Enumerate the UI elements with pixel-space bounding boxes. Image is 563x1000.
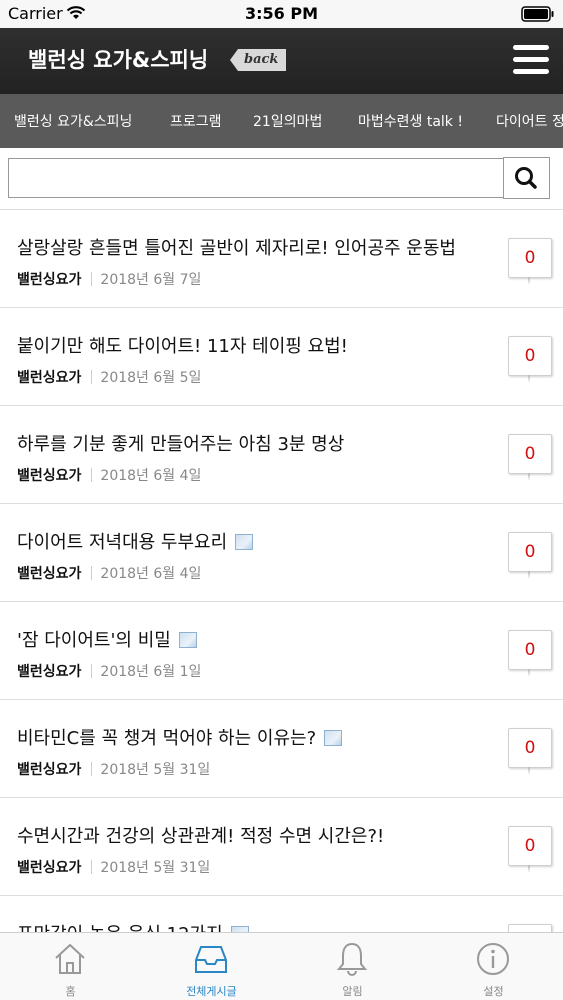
comment-count-badge[interactable]: 0 <box>508 532 552 579</box>
meta-divider <box>91 860 93 874</box>
tab-notifications[interactable]: 알림 <box>282 933 423 1000</box>
post-date: 2018년 5월 31일 <box>100 860 211 876</box>
post-date: 2018년 6월 4일 <box>100 468 202 484</box>
post-item[interactable]: 비타민C를 꼭 챙겨 먹어야 하는 이유는? 밸런싱요가 2018년 5월 31일… <box>0 700 563 798</box>
tab-all-posts[interactable]: 전체게시글 <box>141 933 282 1000</box>
app-title: 밸런싱 요가&스피닝 <box>28 48 209 72</box>
battery-icon <box>521 6 554 22</box>
post-author: 밸런싱요가 <box>17 370 82 386</box>
post-meta: 밸런싱요가 2018년 5월 31일 <box>17 759 210 779</box>
meta-divider <box>91 566 93 580</box>
bell-icon <box>336 942 368 976</box>
category-tab[interactable]: 밸런싱 요가&스피닝 <box>14 111 132 131</box>
inbox-icon <box>195 946 227 973</box>
image-attachment-icon <box>178 632 197 648</box>
search-icon <box>515 167 537 189</box>
comment-count-badge[interactable]: 0 <box>508 728 552 775</box>
tab-settings[interactable]: 설정 <box>423 933 563 1000</box>
post-date: 2018년 6월 5일 <box>100 370 202 386</box>
meta-divider <box>91 370 93 384</box>
comment-count-badge[interactable]: 0 <box>508 826 552 873</box>
search-bar <box>0 148 563 210</box>
post-meta: 밸런싱요가 2018년 6월 4일 <box>17 563 201 583</box>
post-item[interactable]: 붙이기만 해도 다이어트! 11자 테이핑 요법! 밸런싱요가 2018년 6월 … <box>0 308 563 406</box>
app-header: 밸런싱 요가&스피닝 back <box>0 28 563 94</box>
meta-divider <box>91 664 93 678</box>
post-item[interactable]: 수면시간과 건강의 상관관계! 적정 수면 시간은?! 밸런싱요가 2018년 5… <box>0 798 563 896</box>
post-meta: 밸런싱요가 2018년 6월 7일 <box>17 269 201 289</box>
post-item[interactable]: 다이어트 저녁대용 두부요리 밸런싱요가 2018년 6월 4일 0 <box>0 504 563 602</box>
tab-home[interactable]: 홈 <box>0 933 141 1000</box>
post-meta: 밸런싱요가 2018년 6월 5일 <box>17 367 201 387</box>
home-icon <box>55 943 85 974</box>
menu-button[interactable] <box>513 44 549 76</box>
menu-icon-bar <box>513 45 549 50</box>
post-date: 2018년 6월 4일 <box>100 566 202 582</box>
post-meta: 밸런싱요가 2018년 5월 31일 <box>17 857 210 877</box>
tab-label: 홈 <box>65 985 76 998</box>
post-meta: 밸런싱요가 2018년 6월 1일 <box>17 661 201 681</box>
comment-count-badge[interactable]: 0 <box>508 238 552 285</box>
meta-divider <box>91 762 93 776</box>
post-title: '잠 다이어트'의 비밀 <box>17 626 197 652</box>
image-attachment-icon <box>324 730 343 746</box>
tab-label: 알림 <box>342 985 363 998</box>
info-icon <box>477 943 509 975</box>
menu-icon-bar <box>513 69 549 74</box>
tab-label: 설정 <box>483 985 504 998</box>
post-author: 밸런싱요가 <box>17 468 82 484</box>
post-item[interactable]: 살랑살랑 흔들면 틀어진 골반이 제자리로! 인어공주 운동법 밸런싱요가 201… <box>0 210 563 308</box>
status-time: 3:56 PM <box>244 4 318 23</box>
post-title: 하루를 기분 좋게 만들어주는 아침 3분 명상 <box>17 434 345 455</box>
category-nav: 밸런싱 요가&스피닝 프로그램 21일의마법 마법수련생 talk ! 다이어트… <box>0 94 563 148</box>
post-author: 밸런싱요가 <box>17 860 82 876</box>
category-tab[interactable]: 21일의마법 <box>253 111 322 131</box>
post-date: 2018년 6월 7일 <box>100 272 202 288</box>
post-author: 밸런싱요가 <box>17 566 82 582</box>
post-title: 붙이기만 해도 다이어트! 11자 테이핑 요법! <box>17 336 348 357</box>
post-item[interactable]: '잠 다이어트'의 비밀 밸런싱요가 2018년 6월 1일 0 <box>0 602 563 700</box>
post-author: 밸런싱요가 <box>17 762 82 778</box>
post-author: 밸런싱요가 <box>17 664 82 680</box>
back-button[interactable]: back <box>230 49 287 71</box>
search-input[interactable] <box>8 158 504 198</box>
bottom-tab-bar: 홈 전체게시글 알림 설정 <box>0 932 563 1000</box>
comment-count-badge[interactable]: 0 <box>508 336 552 383</box>
meta-divider <box>91 272 93 286</box>
post-date: 2018년 5월 31일 <box>100 762 211 778</box>
post-title: 살랑살랑 흔들면 틀어진 골반이 제자리로! 인어공주 운동법 <box>17 238 456 259</box>
category-tab[interactable]: 다이어트 정 <box>496 111 563 131</box>
comment-count-badge[interactable]: 0 <box>508 434 552 481</box>
post-title: 다이어트 저녁대용 두부요리 <box>17 528 254 554</box>
post-date: 2018년 6월 1일 <box>100 664 202 680</box>
post-meta: 밸런싱요가 2018년 6월 4일 <box>17 465 201 485</box>
image-attachment-icon <box>235 534 254 550</box>
post-item[interactable]: 하루를 기분 좋게 만들어주는 아침 3분 명상 밸런싱요가 2018년 6월 4… <box>0 406 563 504</box>
category-tab[interactable]: 마법수련생 talk ! <box>358 111 463 131</box>
post-author: 밸런싱요가 <box>17 272 82 288</box>
meta-divider <box>91 468 93 482</box>
tab-label: 전체게시글 <box>186 985 237 998</box>
comment-count-badge[interactable]: 0 <box>508 630 552 677</box>
category-tab[interactable]: 프로그램 <box>170 111 222 131</box>
post-title: 비타민C를 꼭 챙겨 먹어야 하는 이유는? <box>17 724 343 750</box>
post-title: 수면시간과 건강의 상관관계! 적정 수면 시간은?! <box>17 826 385 847</box>
search-button[interactable] <box>503 157 550 199</box>
status-bar: Carrier 3:56 PM <box>0 0 563 28</box>
menu-icon-bar <box>513 57 549 62</box>
